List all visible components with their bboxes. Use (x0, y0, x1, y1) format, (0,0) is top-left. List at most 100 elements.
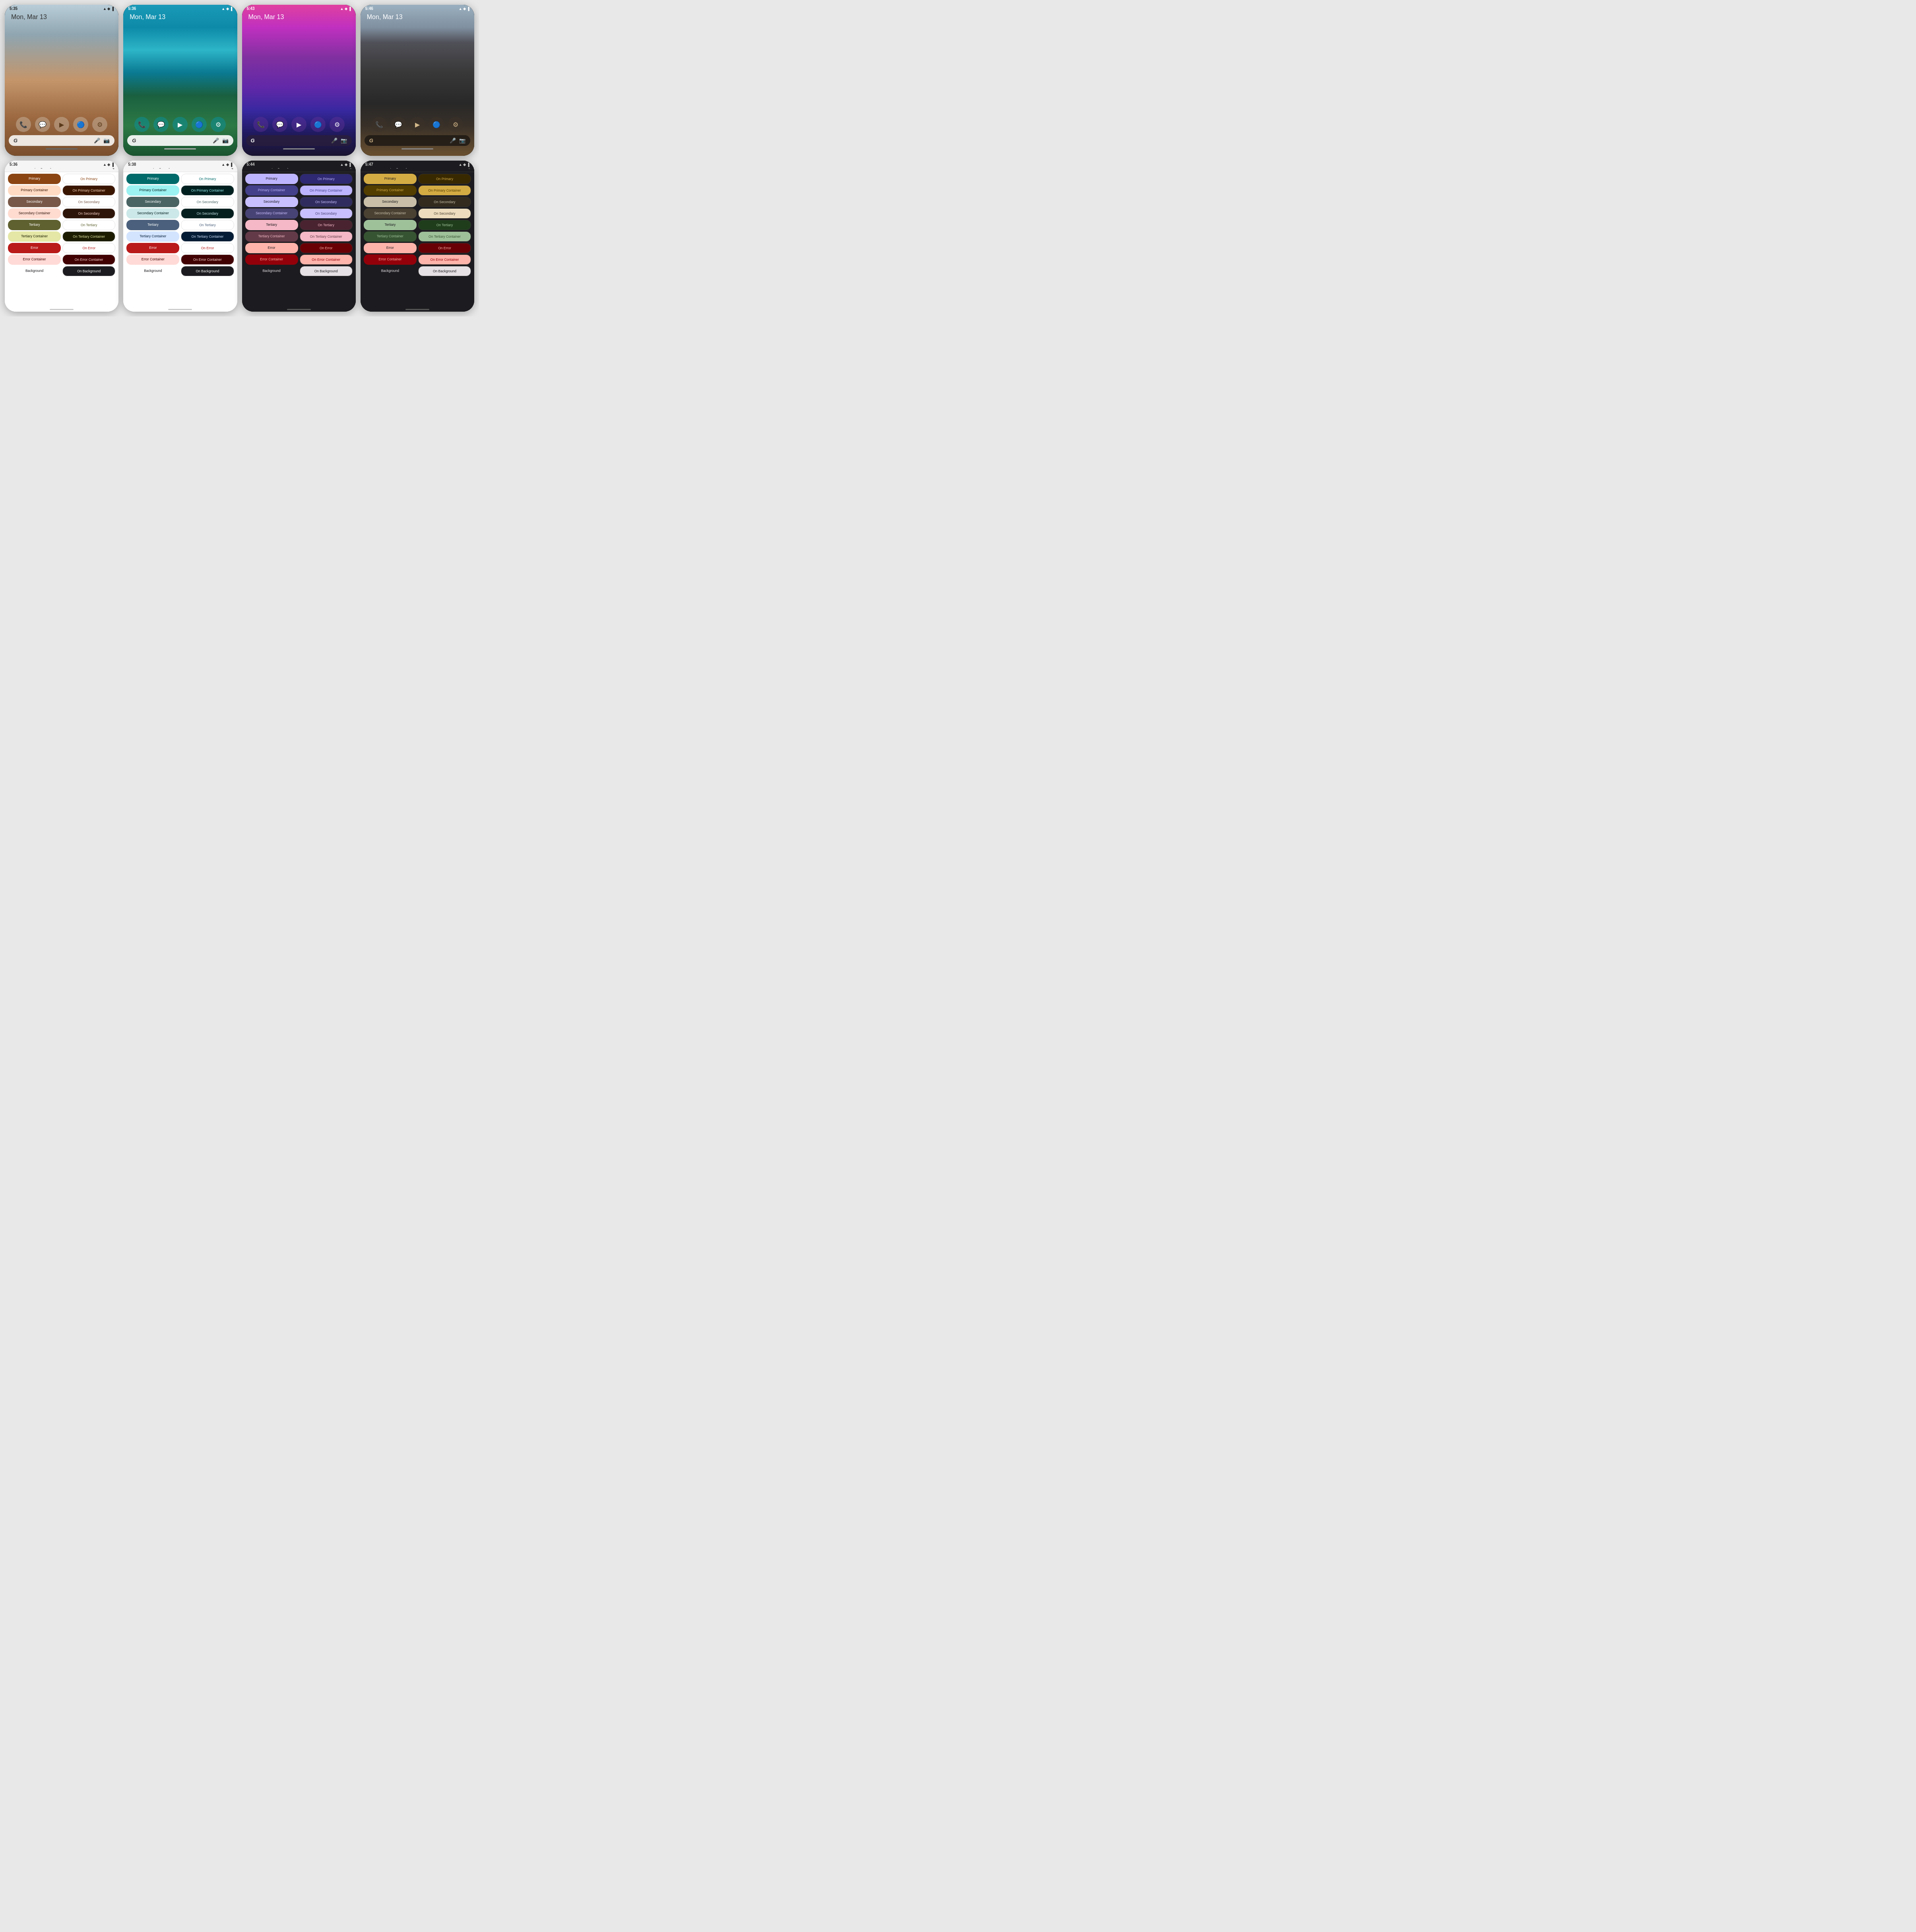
mic-icon[interactable]: 🎤 (450, 138, 456, 144)
phone-wp2: 5:36 ▲ ◈ ▐ Mon, Mar 13 📞💬▶🔵⚙ G 🎤 📷 (123, 5, 237, 156)
chip-7-on: On Error Container (300, 254, 353, 265)
chip-5-primary: Tertiary Container (126, 231, 179, 242)
chip-7-primary: Error Container (245, 254, 298, 265)
palette-row-1: Primary Container On Primary Container (126, 185, 234, 196)
chip-7-primary: Error Container (8, 254, 61, 265)
app-icon-3[interactable]: 🔵 (429, 117, 444, 132)
mic-icon[interactable]: 🎤 (94, 138, 100, 144)
phone-wp3: 5:43 ▲ ◈ ▐ Mon, Mar 13 📞💬▶🔵⚙ G 🎤 📷 (242, 5, 356, 156)
camera-icon[interactable]: 📷 (459, 138, 465, 144)
status-icons: ▲ ◈ ▐ (221, 163, 232, 167)
palette-row-5: Tertiary Container On Tertiary Container (245, 231, 353, 242)
chip-1-on: On Primary Container (300, 185, 353, 196)
app-icons-row: 📞 💬 ▶ 🔵 ⚙ (361, 117, 474, 132)
mic-icon[interactable]: 🎤 (213, 138, 219, 144)
app-icon-0[interactable]: 📞 (134, 117, 149, 132)
camera-icon[interactable]: 📷 (341, 138, 347, 144)
chip-8-primary: Background (245, 266, 298, 276)
status-icons: ▲ ◈ ▐ (459, 163, 469, 167)
chip-1-primary: Primary Container (126, 185, 179, 196)
app-icons-row: 📞 💬 ▶ 🔵 ⚙ (123, 117, 237, 132)
search-bar[interactable]: G 🎤 📷 (127, 135, 233, 146)
chip-3-primary: Secondary Container (364, 208, 417, 219)
home-indicator (46, 148, 78, 149)
palette-row-8: Background On Background (8, 266, 115, 276)
status-time: 5:47 (365, 162, 373, 167)
app-icon-1[interactable]: 💬 (391, 117, 406, 132)
palette-row-7: Error Container On Error Container (8, 254, 115, 265)
palette-row-2: Secondary On Secondary (245, 197, 353, 207)
app-icon-3[interactable]: 🔵 (192, 117, 207, 132)
phone-pal4: 5:47 ▲ ◈ ▐ ← cordova-plugin-dynamic-colo… (361, 161, 474, 312)
palette-screen: 5:44 ▲ ◈ ▐ ← cordova-plugin-dynamic-colo… (242, 161, 356, 312)
chip-3-on: On Secondary (300, 208, 353, 219)
wallpaper-date: Mon, Mar 13 (130, 14, 165, 21)
status-icons: ▲ ◈ ▐ (340, 163, 351, 167)
app-icon-4[interactable]: ⚙ (211, 117, 226, 132)
chip-6-primary: Error (245, 243, 298, 253)
mic-icon[interactable]: 🎤 (331, 138, 337, 144)
app-icon-1[interactable]: 💬 (272, 117, 287, 132)
app-icon-4[interactable]: ⚙ (92, 117, 107, 132)
status-time: 5:46 (365, 6, 373, 11)
wallpaper-date: Mon, Mar 13 (248, 14, 284, 21)
app-icon-2[interactable]: ▶ (173, 117, 188, 132)
chip-3-primary: Secondary Container (126, 208, 179, 219)
phone-wp1: 5:35 ▲ ◈ ▐ Mon, Mar 13 📞💬▶🔵⚙ G 🎤 📷 (5, 5, 118, 156)
app-icon-0[interactable]: 📞 (16, 117, 31, 132)
palette-row-2: Secondary On Secondary (126, 197, 234, 207)
status-bar: 5:38 ▲ ◈ ▐ (123, 161, 237, 168)
nav-pill (50, 309, 74, 310)
app-icon-3[interactable]: 🔵 (310, 117, 326, 132)
palette-content: Primary On Primary Primary Container On … (361, 172, 474, 308)
palette-content: Primary On Primary Primary Container On … (5, 172, 118, 308)
palette-row-3: Secondary Container On Secondary (126, 208, 234, 219)
chip-6-primary: Error (126, 243, 179, 253)
chip-8-primary: Background (364, 266, 417, 276)
chip-6-on: On Error (62, 243, 115, 253)
app-icon-2[interactable]: ▶ (291, 117, 306, 132)
home-indicator (164, 148, 196, 149)
app-icon-0[interactable]: 📞 (372, 117, 387, 132)
app-icon-4[interactable]: ⚙ (448, 117, 463, 132)
status-icons: ▲ ◈ ▐ (221, 7, 232, 11)
search-bar[interactable]: G 🎤 📷 (246, 135, 352, 146)
chip-3-on: On Secondary (62, 208, 115, 219)
app-icon-3[interactable]: 🔵 (73, 117, 88, 132)
chip-7-on: On Error Container (181, 254, 234, 265)
palette-row-2: Secondary On Secondary (364, 197, 471, 207)
chip-5-primary: Tertiary Container (245, 231, 298, 242)
camera-icon[interactable]: 📷 (222, 138, 229, 144)
app-icon-1[interactable]: 💬 (153, 117, 169, 132)
app-icon-2[interactable]: ▶ (54, 117, 69, 132)
search-bar[interactable]: G 🎤 📷 (365, 135, 470, 146)
status-time: 5:35 (10, 6, 17, 11)
chip-6-primary: Error (364, 243, 417, 253)
chip-2-on: On Secondary (62, 197, 115, 207)
palette-row-5: Tertiary Container On Tertiary Container (126, 231, 234, 242)
app-icon-2[interactable]: ▶ (410, 117, 425, 132)
wallpaper-bg (5, 5, 118, 156)
chip-0-primary: Primary (8, 174, 61, 184)
camera-icon[interactable]: 📷 (103, 138, 110, 144)
palette-row-6: Error On Error (245, 243, 353, 253)
chip-5-on: On Tertiary Container (181, 231, 234, 242)
status-bar: 5:36 ▲ ◈ ▐ (5, 161, 118, 168)
chip-0-primary: Primary (245, 174, 298, 184)
chip-8-primary: Background (8, 266, 61, 276)
chip-3-on: On Secondary (181, 208, 234, 219)
home-indicator (283, 148, 315, 149)
chip-4-primary: Tertiary (364, 220, 417, 230)
nav-bar (5, 308, 118, 312)
chip-1-primary: Primary Container (364, 185, 417, 196)
wallpaper-date: Mon, Mar 13 (367, 14, 403, 21)
search-bar[interactable]: G 🎤 📷 (9, 135, 114, 146)
palette-row-1: Primary Container On Primary Container (364, 185, 471, 196)
palette-row-0: Primary On Primary (364, 174, 471, 184)
palette-row-2: Secondary On Secondary (8, 197, 115, 207)
app-icon-1[interactable]: 💬 (35, 117, 50, 132)
chip-5-on: On Tertiary Container (418, 231, 471, 242)
chip-4-primary: Tertiary (245, 220, 298, 230)
app-icon-4[interactable]: ⚙ (330, 117, 345, 132)
app-icon-0[interactable]: 📞 (253, 117, 268, 132)
